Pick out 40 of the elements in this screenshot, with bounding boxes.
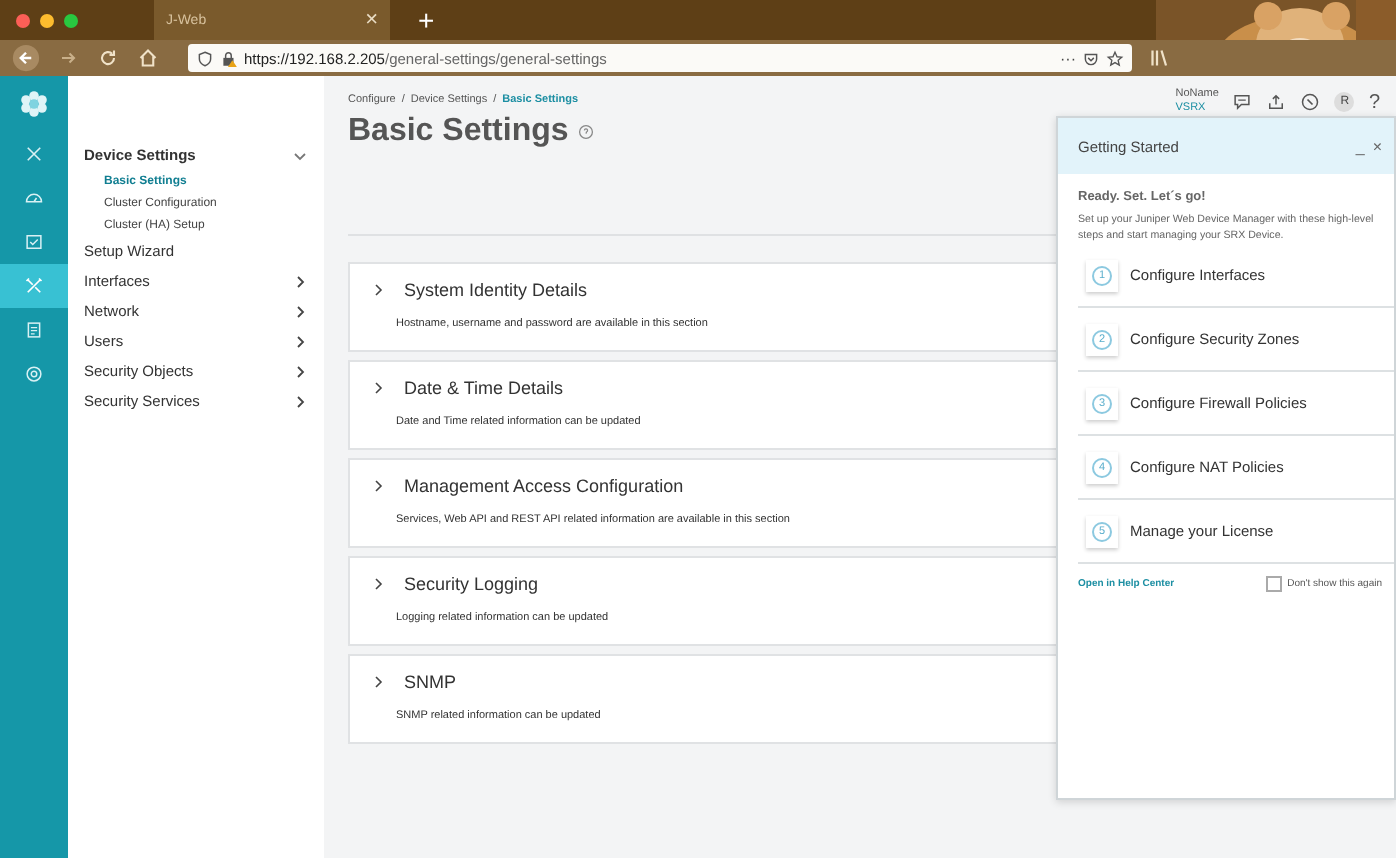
close-window-icon[interactable] — [16, 13, 30, 27]
close-icon — [24, 144, 44, 164]
home-icon[interactable] — [136, 46, 160, 70]
chevron-icon[interactable] — [370, 674, 386, 690]
chevron-icon[interactable] — [370, 380, 386, 396]
minimize-button[interactable]: _ — [1355, 137, 1365, 155]
upload-icon[interactable] — [1266, 92, 1287, 112]
chevron-icon[interactable] — [370, 282, 386, 298]
chat-icon[interactable] — [1232, 92, 1253, 112]
minimize-window-icon[interactable] — [40, 13, 54, 27]
reload-icon[interactable] — [96, 46, 120, 70]
back-icon[interactable] — [12, 44, 40, 72]
section-title[interactable]: Management Access Configuration — [404, 476, 684, 496]
checkbox[interactable] — [1265, 576, 1282, 592]
gear-icon — [24, 364, 44, 384]
close-button[interactable]: × — [1372, 137, 1382, 155]
chevron-icon[interactable] — [370, 478, 386, 494]
section-title[interactable]: Date & Time Details — [404, 378, 564, 398]
chevron-icon[interactable] — [370, 576, 386, 592]
flower-logo-icon — [18, 88, 50, 120]
close-tab-button[interactable]: × — [365, 8, 378, 32]
zoom-window-icon[interactable] — [64, 13, 78, 27]
star-icon[interactable] — [1106, 49, 1124, 67]
page-actions-button[interactable]: ··· — [1060, 49, 1076, 67]
section-title[interactable]: Security Logging — [404, 574, 539, 594]
compass-icon[interactable] — [1300, 92, 1321, 112]
new-tab-button[interactable]: + — [418, 4, 435, 36]
checkbox-icon — [24, 232, 44, 252]
help-button[interactable]: ? — [1368, 91, 1380, 113]
section-title[interactable]: SNMP — [404, 672, 457, 692]
gauge-icon — [24, 188, 44, 208]
help-icon[interactable] — [578, 124, 595, 140]
warning-lock-icon — [220, 49, 238, 67]
section-title[interactable]: System Identity Details — [404, 280, 588, 300]
tools-icon — [24, 276, 44, 296]
document-icon — [24, 320, 44, 340]
page-title: Basic Settings — [348, 114, 569, 150]
library-icon[interactable] — [1148, 46, 1172, 70]
shield-icon — [196, 49, 214, 67]
pocket-icon[interactable] — [1082, 49, 1100, 67]
